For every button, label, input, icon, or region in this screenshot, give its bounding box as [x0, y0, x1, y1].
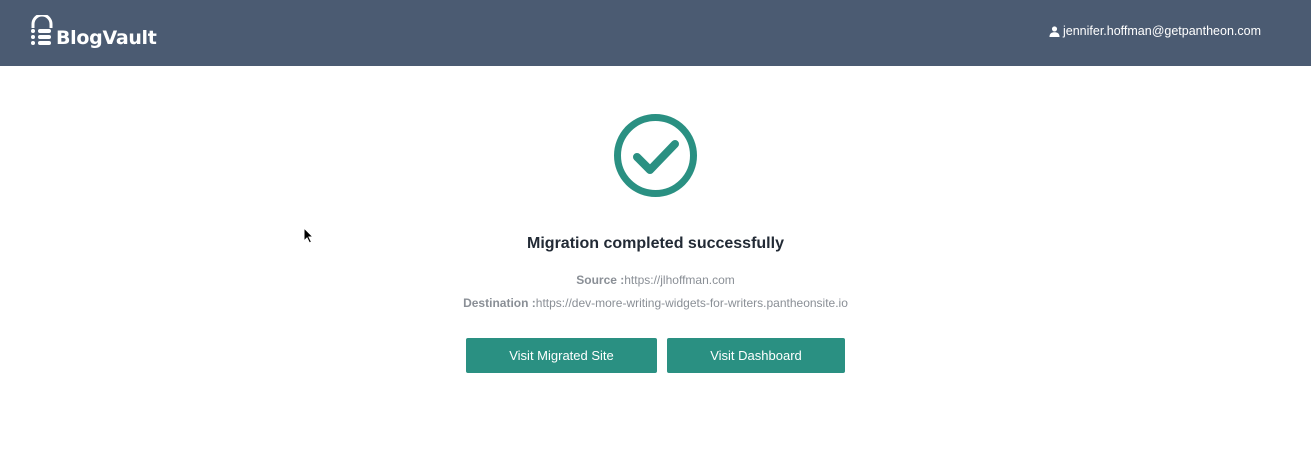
visit-migrated-site-button[interactable]: Visit Migrated Site — [466, 338, 657, 373]
brand-name: BlogVault — [56, 27, 157, 49]
mouse-pointer-icon — [303, 227, 314, 244]
source-line: Source :https://jlhoffman.com — [0, 273, 1311, 287]
success-title: Migration completed successfully — [527, 235, 784, 252]
lock-stack-icon — [31, 15, 53, 45]
user-menu[interactable]: jennifer.hoffman@getpantheon.com — [1049, 24, 1261, 38]
source-url: https://jlhoffman.com — [624, 273, 735, 287]
destination-url: https://dev-more-writing-widgets-for-wri… — [535, 296, 848, 310]
check-circle-icon — [614, 114, 697, 197]
destination-label: Destination : — [463, 296, 536, 310]
visit-dashboard-button[interactable]: Visit Dashboard — [667, 338, 845, 373]
destination-line: Destination :https://dev-more-writing-wi… — [0, 296, 1311, 310]
migration-result-panel: Migration completed successfully Source … — [0, 66, 1311, 450]
user-icon — [1049, 25, 1060, 37]
user-email: jennifer.hoffman@getpantheon.com — [1062, 24, 1261, 38]
source-label: Source : — [576, 273, 625, 287]
blogvault-logo[interactable]: BlogVault — [29, 13, 157, 49]
top-bar: BlogVault jennifer.hoffman@getpantheon.c… — [0, 0, 1311, 66]
